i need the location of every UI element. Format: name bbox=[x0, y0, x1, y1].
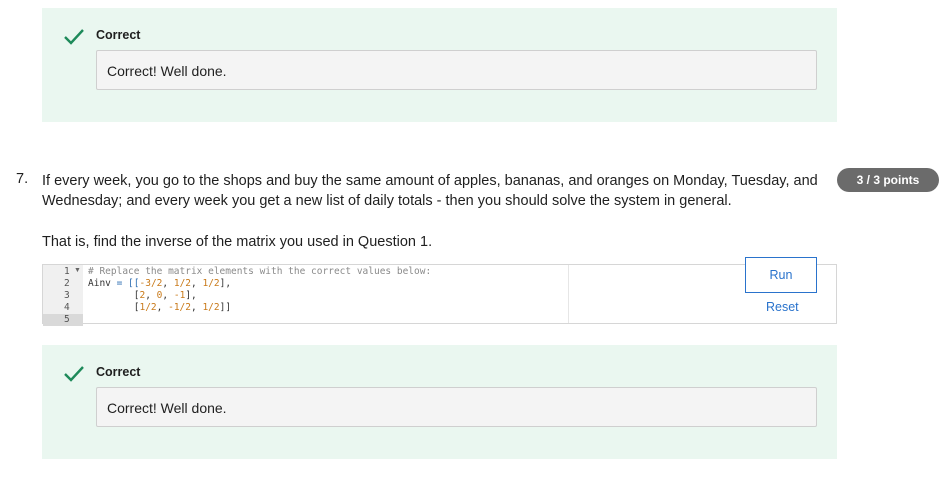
feedback-status: Correct bbox=[96, 28, 141, 42]
code-token: -1/2 bbox=[168, 302, 191, 313]
code-token: , bbox=[156, 302, 169, 313]
line-number: 4 bbox=[64, 302, 70, 313]
line-number-gutter: 1 ▼ 2 3 4 5 bbox=[43, 265, 83, 326]
code-token: 1/2 bbox=[202, 278, 220, 289]
code-token: [ bbox=[88, 302, 140, 313]
line-number: 2 bbox=[64, 278, 70, 289]
code-token: , bbox=[191, 278, 203, 289]
code-token: -3/2 bbox=[139, 278, 163, 289]
line-number: 3 bbox=[64, 290, 70, 301]
feedback-message: Correct! Well done. bbox=[96, 50, 817, 90]
code-line-2: Ainv = [[-3/2, 1/2, 1/2], bbox=[88, 278, 231, 290]
code-line-4: [1/2, -1/2, 1/2]] bbox=[88, 302, 231, 314]
question-text: If every week, you go to the shops and b… bbox=[42, 173, 818, 209]
code-token: Ainv bbox=[88, 278, 111, 289]
feedback-message: Correct! Well done. bbox=[96, 387, 817, 427]
code-token: , bbox=[191, 302, 203, 313]
code-token: 1/2 bbox=[173, 278, 192, 289]
code-token: ], bbox=[219, 278, 232, 289]
code-token: 1/2 bbox=[139, 302, 157, 313]
code-comment: # Replace the matrix elements with the c… bbox=[88, 266, 432, 277]
fold-arrow-icon[interactable]: ▼ bbox=[74, 267, 81, 274]
feedback-status: Correct bbox=[96, 365, 141, 379]
check-icon bbox=[63, 26, 85, 48]
question-number: 7. bbox=[16, 171, 29, 187]
line-number: 5 bbox=[43, 314, 83, 326]
check-icon bbox=[63, 363, 85, 385]
code-token: , bbox=[162, 278, 174, 289]
code-token: 1/2 bbox=[202, 302, 220, 313]
code-token: ]] bbox=[219, 302, 232, 313]
feedback-panel-top: Correct Correct! Well done. bbox=[42, 8, 837, 122]
code-token: [ bbox=[88, 290, 140, 301]
code-token: -1 bbox=[173, 290, 186, 301]
reset-link[interactable]: Reset bbox=[766, 300, 799, 314]
points-badge: 3 / 3 points bbox=[837, 168, 939, 192]
code-token: ], bbox=[185, 290, 197, 301]
question-instruction: That is, find the inverse of the matrix … bbox=[42, 234, 433, 250]
code-line-3: [2, 0, -1], bbox=[88, 290, 197, 302]
code-token: , bbox=[145, 290, 157, 301]
editor-divider bbox=[568, 265, 569, 323]
code-token: = [[ bbox=[110, 278, 140, 289]
code-token: , bbox=[162, 290, 174, 301]
code-editor[interactable]: 1 ▼ 2 3 4 5 # Replace the matrix element… bbox=[42, 264, 837, 326]
run-button[interactable]: Run bbox=[745, 257, 817, 293]
feedback-panel-bottom: Correct Correct! Well done. bbox=[42, 345, 837, 459]
